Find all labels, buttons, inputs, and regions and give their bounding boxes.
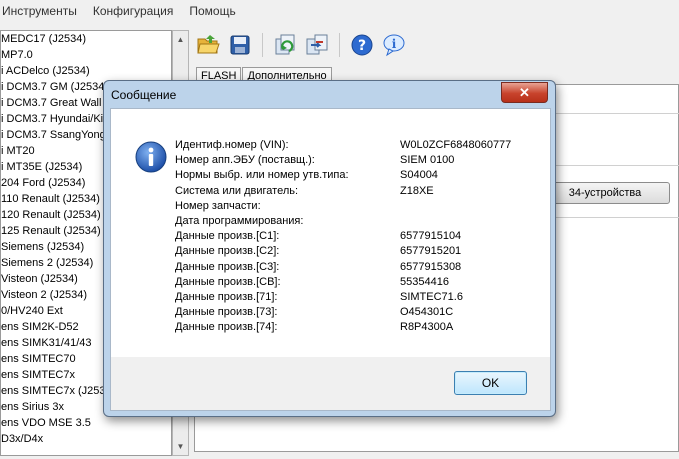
menu-help[interactable]: Помощь bbox=[189, 4, 235, 18]
info-value: S04004 bbox=[400, 169, 438, 182]
dialog-body: Идентиф.номер (VIN): W0L0ZCF6848060777 Ном… bbox=[110, 108, 551, 359]
divider bbox=[556, 217, 679, 218]
save-icon[interactable] bbox=[227, 32, 253, 58]
toolbar-separator bbox=[262, 33, 263, 57]
info-label: Данные произв.[74]: bbox=[175, 321, 278, 334]
svg-text:?: ? bbox=[358, 38, 366, 54]
info-label: Дата программирования: bbox=[175, 214, 304, 227]
info-row: Данные произв.[C1]: 6577915104 bbox=[175, 229, 511, 244]
close-button[interactable]: ✕ bbox=[501, 82, 548, 103]
info-value: R8P4300A bbox=[400, 321, 454, 334]
info-label: Нормы выбр. или номер утв.типа: bbox=[175, 169, 349, 182]
info-row: Данные произв.[74]: R8P4300A bbox=[175, 320, 511, 335]
dialog-title: Сообщение bbox=[111, 88, 177, 102]
scroll-down-icon[interactable]: ▼ bbox=[175, 441, 186, 452]
info-row: Идентиф.номер (VIN): W0L0ZCF6848060777 bbox=[175, 138, 511, 153]
divider bbox=[556, 113, 679, 114]
info-label: Данные произв.[73]: bbox=[175, 306, 278, 319]
menu-tools[interactable]: Инструменты bbox=[2, 4, 77, 18]
info-row: Система или двигатель: Z18XE bbox=[175, 184, 511, 199]
info-row: Данные произв.[CB]: 55354416 bbox=[175, 275, 511, 290]
info-row: Данные произв.[71]: SIMTEC71.6 bbox=[175, 290, 511, 305]
dialog-footer: OK bbox=[110, 357, 551, 411]
info-row: Номер запчасти: bbox=[175, 199, 511, 214]
list-item[interactable]: MP7.0 bbox=[1, 47, 171, 63]
info-label: Система или двигатель: bbox=[175, 184, 299, 197]
menu-configuration[interactable]: Конфигурация bbox=[93, 4, 174, 18]
info-row: Данные произв.[C3]: 6577915308 bbox=[175, 260, 511, 275]
list-item[interactable]: MEDC17 (J2534) bbox=[1, 31, 171, 47]
refresh-icon[interactable] bbox=[272, 32, 298, 58]
list-item[interactable]: i ACDelco (J2534) bbox=[1, 63, 171, 79]
info-row: Номер апп.ЭБУ (поставщ.): SIEM 0100 bbox=[175, 153, 511, 168]
svg-text:i: i bbox=[392, 37, 397, 51]
info-value: SIEM 0100 bbox=[400, 154, 455, 167]
info-balloon-icon[interactable]: i bbox=[381, 32, 407, 58]
info-label: Номер апп.ЭБУ (поставщ.): bbox=[175, 154, 315, 167]
info-row: Данные произв.[C2]: 6577915201 bbox=[175, 244, 511, 259]
info-row: Дата программирования: bbox=[175, 214, 511, 229]
info-label: Данные произв.[C3]: bbox=[175, 260, 280, 273]
info-value: 55354416 bbox=[400, 275, 449, 288]
transfer-icon[interactable] bbox=[304, 32, 330, 58]
info-value: 6577915104 bbox=[400, 230, 462, 243]
menu-bar: Инструменты Конфигурация Помощь bbox=[0, 0, 679, 22]
info-value: Z18XE bbox=[400, 184, 434, 197]
devices-button[interactable]: 34-устройства bbox=[540, 182, 670, 204]
info-icon bbox=[135, 141, 167, 176]
toolbar: ? i bbox=[195, 30, 407, 60]
info-row: Нормы выбр. или номер утв.типа: S04004 bbox=[175, 168, 511, 183]
info-label: Данные произв.[CB]: bbox=[175, 275, 281, 288]
scroll-up-icon[interactable]: ▲ bbox=[175, 34, 186, 45]
info-label: Номер запчасти: bbox=[175, 199, 261, 212]
info-value: O454301C bbox=[400, 306, 454, 319]
list-item[interactable]: D3x/D4x bbox=[1, 431, 171, 447]
info-label: Идентиф.номер (VIN): bbox=[175, 139, 289, 151]
info-label: Данные произв.[C2]: bbox=[175, 245, 280, 258]
info-value: SIMTEC71.6 bbox=[400, 290, 463, 303]
toolbar-separator bbox=[339, 33, 340, 57]
info-label: Данные произв.[C1]: bbox=[175, 230, 280, 243]
info-label: Данные произв.[71]: bbox=[175, 290, 278, 303]
info-value: W0L0ZCF6848060777 bbox=[400, 139, 512, 151]
vehicle-info-table: Идентиф.номер (VIN): W0L0ZCF6848060777 Ном… bbox=[175, 138, 511, 335]
info-value: 6577915308 bbox=[400, 260, 462, 273]
ok-button[interactable]: OK bbox=[454, 371, 527, 395]
help-icon[interactable]: ? bbox=[349, 32, 375, 58]
info-row: Данные произв.[73]: O454301C bbox=[175, 305, 511, 320]
list-item[interactable]: ens VDO MSE 3.5 bbox=[1, 415, 171, 431]
message-dialog: Сообщение ✕ Идентиф.номер (VIN): W0L0ZCF6… bbox=[103, 80, 556, 417]
info-value: 6577915201 bbox=[400, 245, 462, 258]
open-folder-icon[interactable] bbox=[195, 32, 221, 58]
divider bbox=[556, 165, 679, 166]
